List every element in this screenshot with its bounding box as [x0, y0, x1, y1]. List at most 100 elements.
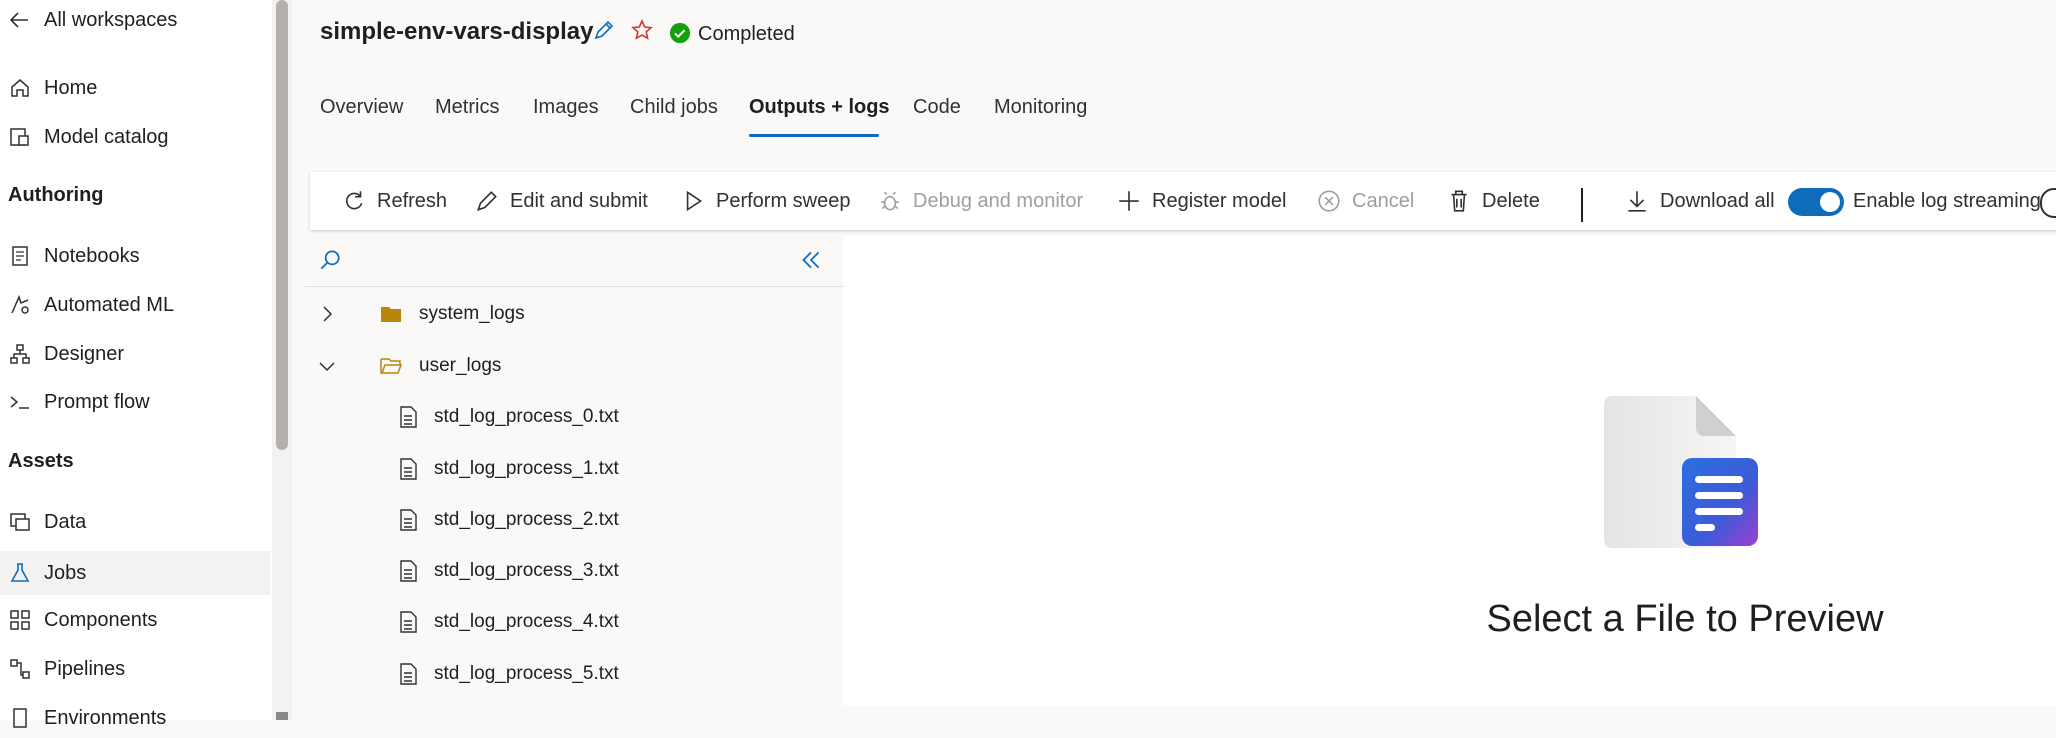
register-model-label: Register model — [1152, 189, 1287, 212]
sidebar-item-notebooks[interactable]: Notebooks — [8, 236, 140, 276]
sidebar-item-environments[interactable]: Environments — [8, 698, 166, 738]
download-all-button[interactable]: Download all — [1624, 186, 1775, 216]
sidebar-item-label: Environments — [44, 706, 167, 729]
tab-child-jobs[interactable]: Child jobs — [630, 96, 718, 119]
toolbar-divider — [1581, 188, 1583, 222]
text-file-icon — [400, 458, 417, 480]
sidebar-item-label: Jobs — [44, 561, 87, 584]
log-streaming-label: Enable log streaming — [1853, 190, 2041, 212]
perform-sweep-button[interactable]: Perform sweep — [680, 186, 851, 216]
collapse-panel-icon[interactable] — [798, 247, 824, 273]
file-row[interactable]: std_log_process_4.txt — [396, 607, 619, 637]
left-sidebar: All workspaces Home Model catalog Author… — [0, 0, 272, 729]
search-icon[interactable] — [317, 247, 343, 273]
sidebar-item-label: Automated ML — [44, 293, 175, 316]
sidebar-item-home[interactable]: Home — [8, 68, 97, 108]
sidebar-scroll-down-arrow[interactable] — [276, 712, 288, 720]
sidebar-item-components[interactable]: Components — [8, 600, 157, 640]
sidebar-item-jobs[interactable]: Jobs — [0, 551, 270, 595]
pipelines-icon — [10, 659, 30, 679]
job-title: simple-env-vars-display — [320, 18, 594, 45]
refresh-label: Refresh — [377, 189, 448, 212]
sidebar-item-automated-ml[interactable]: Automated ML — [8, 285, 174, 325]
sidebar-item-label: Components — [44, 608, 158, 631]
file-row[interactable]: std_log_process_1.txt — [396, 454, 619, 484]
folder-row-system-logs[interactable]: system_logs — [315, 299, 525, 329]
text-file-icon — [400, 663, 417, 685]
status-check-icon — [669, 22, 691, 44]
favorite-star-icon[interactable] — [630, 18, 654, 42]
tab-images[interactable]: Images — [533, 96, 599, 119]
chevron-right-icon — [323, 306, 333, 322]
promptflow-icon — [10, 396, 29, 409]
active-tab-indicator — [749, 134, 879, 137]
file-name: std_log_process_5.txt — [434, 663, 619, 684]
delete-button[interactable]: Delete — [1446, 186, 1540, 216]
file-row[interactable]: std_log_process_0.txt — [396, 402, 619, 432]
catalog-icon — [10, 128, 29, 146]
text-file-icon — [400, 406, 417, 428]
back-arrow-icon — [9, 12, 28, 28]
sidebar-item-pipelines[interactable]: Pipelines — [8, 649, 125, 689]
tab-metrics[interactable]: Metrics — [435, 96, 499, 119]
sidebar-item-model-catalog[interactable]: Model catalog — [8, 117, 169, 157]
document-preview-icon — [1604, 396, 1758, 548]
folder-open-icon — [380, 358, 403, 374]
cancel-button[interactable]: Cancel — [1316, 186, 1414, 216]
text-file-icon — [400, 509, 417, 531]
preview-empty-message: Select a File to Preview — [1486, 598, 1884, 640]
debug-monitor-label: Debug and monitor — [913, 189, 1084, 212]
notebook-icon — [12, 246, 28, 266]
refresh-button[interactable]: Refresh — [341, 186, 447, 216]
trash-icon — [1451, 190, 1467, 212]
all-workspaces-label: All workspaces — [44, 8, 178, 31]
chevron-down-icon — [319, 362, 335, 372]
file-row[interactable]: std_log_process_3.txt — [396, 556, 619, 586]
home-icon — [11, 79, 29, 97]
download-icon — [1628, 191, 1646, 212]
sidebar-item-label: Prompt flow — [44, 390, 150, 413]
automl-icon — [11, 294, 29, 314]
sidebar-scrollbar-thumb[interactable] — [276, 0, 288, 450]
file-name: std_log_process_4.txt — [434, 611, 619, 632]
file-row[interactable]: std_log_process_5.txt — [396, 659, 619, 689]
tab-overview[interactable]: Overview — [320, 96, 403, 119]
designer-icon — [10, 344, 30, 364]
status-badge: Completed — [698, 23, 795, 45]
bug-icon — [881, 191, 899, 211]
file-name: std_log_process_3.txt — [434, 560, 619, 581]
debug-and-monitor-button[interactable]: Debug and monitor — [877, 186, 1083, 216]
file-name: std_log_process_0.txt — [434, 406, 619, 427]
sidebar-item-designer[interactable]: Designer — [8, 334, 124, 374]
tab-outputs-logs[interactable]: Outputs + logs — [749, 96, 890, 119]
toggle-knob — [1820, 192, 1840, 212]
text-file-icon — [400, 611, 417, 633]
sidebar-item-data[interactable]: Data — [8, 502, 86, 542]
sidebar-item-prompt-flow[interactable]: Prompt flow — [8, 382, 150, 422]
assets-heading: Assets — [8, 450, 74, 472]
all-workspaces-link[interactable]: All workspaces — [8, 0, 177, 40]
folder-row-user-logs[interactable]: user_logs — [315, 351, 501, 381]
tab-code[interactable]: Code — [913, 96, 961, 119]
plus-icon — [1119, 191, 1139, 211]
pencil-icon — [477, 191, 497, 211]
delete-label: Delete — [1482, 189, 1540, 212]
sidebar-item-label: Model catalog — [44, 125, 169, 148]
flask-icon — [10, 563, 30, 582]
download-all-label: Download all — [1660, 189, 1775, 212]
edit-pencil-icon[interactable] — [592, 18, 616, 42]
file-row[interactable]: std_log_process_2.txt — [396, 505, 619, 535]
edit-and-submit-button[interactable]: Edit and submit — [474, 186, 648, 216]
folder-name: user_logs — [419, 355, 502, 376]
refresh-icon — [345, 191, 363, 210]
sidebar-item-label: Pipelines — [44, 657, 126, 680]
perform-sweep-label: Perform sweep — [716, 189, 851, 212]
file-name: std_log_process_1.txt — [434, 458, 619, 479]
tab-monitoring[interactable]: Monitoring — [994, 96, 1087, 119]
components-icon — [10, 610, 30, 630]
register-model-button[interactable]: Register model — [1116, 186, 1287, 216]
sidebar-item-label: Notebooks — [44, 244, 140, 267]
sidebar-item-label: Designer — [44, 342, 125, 365]
sidebar-item-label: Data — [44, 510, 87, 533]
cancel-label: Cancel — [1352, 189, 1415, 212]
